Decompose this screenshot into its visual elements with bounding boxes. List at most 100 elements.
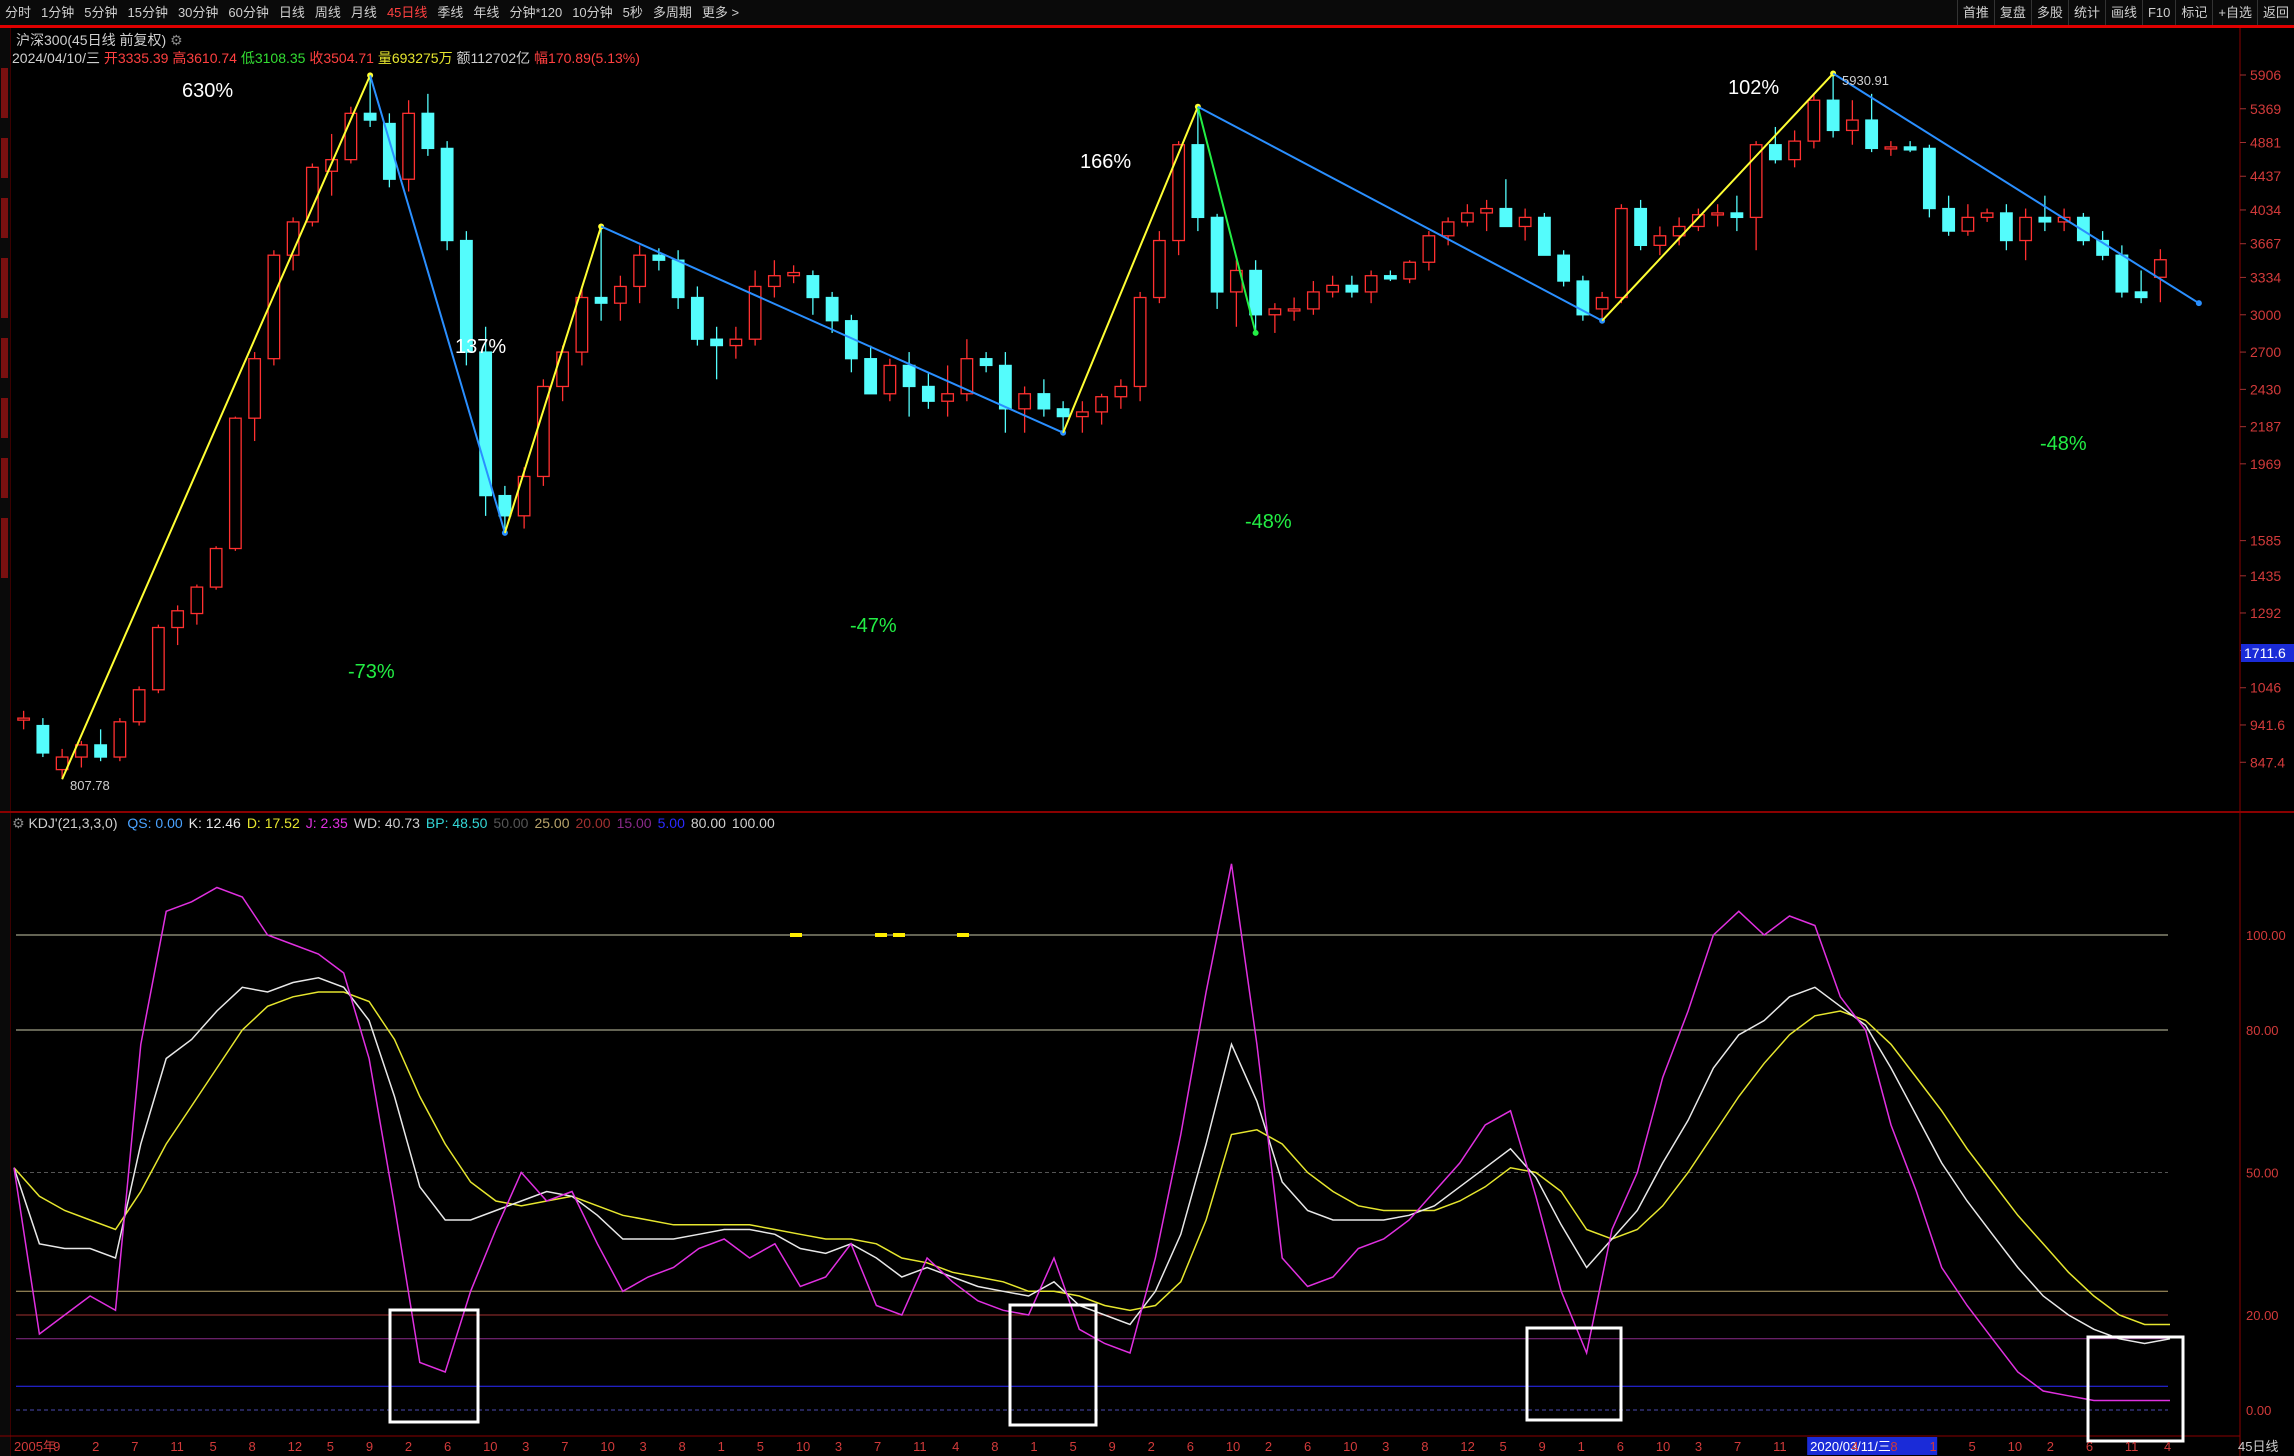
time-axis-label: 3 — [1382, 1439, 1389, 1454]
swing-percent-label: 630% — [182, 80, 233, 102]
kdj-axis-label: 20.00 — [2246, 1308, 2279, 1323]
candle-body — [1980, 212, 1994, 219]
candle-body — [1460, 212, 1474, 223]
candle-body — [1095, 396, 1109, 413]
time-axis-label: 5 — [327, 1439, 334, 1454]
signal-marker — [790, 933, 802, 937]
price-axis-label: 3334 — [2250, 269, 2281, 285]
price-chart-svg[interactable]: 5906536948814437403436673334300027002430… — [0, 0, 2294, 1456]
time-axis-label: 10 — [600, 1439, 614, 1454]
candle-body — [1499, 207, 1513, 228]
signal-marker — [957, 933, 969, 937]
time-axis-label: 11 — [913, 1439, 927, 1454]
price-axis-label: 1292 — [2250, 605, 2281, 621]
candle-body — [363, 112, 377, 121]
zigzag-line — [369, 75, 506, 534]
candle-body — [1056, 408, 1070, 418]
candle-body — [1114, 385, 1128, 398]
time-axis-label: 6 — [1187, 1439, 1194, 1454]
time-axis-label: 10 — [1226, 1439, 1240, 1454]
candle-body — [1826, 99, 1840, 132]
candle-body — [228, 417, 242, 550]
kdj-d-line — [13, 991, 2170, 1326]
time-axis-label: 1 — [1030, 1439, 1037, 1454]
time-axis-label: 12 — [1460, 1439, 1474, 1454]
time-axis-label: 6 — [2086, 1439, 2093, 1454]
candle-body — [1537, 216, 1551, 256]
time-axis-label: 2 — [1265, 1439, 1272, 1454]
time-axis-label: 7 — [1734, 1439, 1741, 1454]
time-axis-label: 5 — [757, 1439, 764, 1454]
kdj-axis-label: 0.00 — [2246, 1403, 2271, 1418]
candle-body — [710, 338, 724, 347]
time-axis-label: 9 — [1539, 1439, 1546, 1454]
candle-body — [1788, 140, 1802, 161]
candle-body — [921, 385, 935, 402]
time-axis-label: 4 — [952, 1439, 959, 1454]
price-axis-label: 2187 — [2250, 419, 2281, 435]
candle-body — [190, 586, 204, 615]
time-axis-label: 3 — [639, 1439, 646, 1454]
time-axis-label: 5 — [1069, 1439, 1076, 1454]
price-axis-label: 2700 — [2250, 344, 2281, 360]
candle-body — [902, 364, 916, 388]
candle-body — [248, 358, 262, 419]
candle-body — [1422, 235, 1436, 263]
candle-body — [1480, 207, 1494, 214]
price-axis-label: 1435 — [2250, 568, 2281, 584]
candle-body — [1961, 216, 1975, 232]
candle-body — [594, 296, 608, 304]
candle-body — [1768, 144, 1782, 161]
candle-body — [690, 296, 704, 340]
candle-body — [575, 296, 589, 353]
candle-body — [1268, 308, 1282, 316]
time-axis-label: 6 — [444, 1439, 451, 1454]
time-axis-label: 2005年 — [14, 1439, 56, 1454]
candle-body — [2153, 259, 2167, 278]
period-indicator: 45日线 — [2238, 1439, 2279, 1454]
candle-body — [825, 296, 839, 322]
candle-body — [2115, 254, 2129, 293]
time-axis-label: 10 — [1656, 1439, 1670, 1454]
candle-body — [671, 259, 685, 299]
candle-body — [402, 112, 416, 180]
candle-body — [1152, 239, 1166, 299]
candle-body — [1345, 284, 1359, 293]
candle-body — [1210, 216, 1224, 293]
swing-percent-label: 166% — [1080, 151, 1131, 173]
price-axis-label: 3667 — [2250, 236, 2281, 252]
signal-marker — [893, 933, 905, 937]
candle-body — [979, 358, 993, 367]
candle-body — [883, 364, 897, 395]
candle-body — [1249, 269, 1263, 316]
candle-body — [1364, 275, 1378, 293]
candle-body — [1306, 291, 1320, 310]
candle-body — [1614, 207, 1628, 299]
time-axis-label: 8 — [1421, 1439, 1428, 1454]
time-axis-label: 2 — [405, 1439, 412, 1454]
kdj-axis-label: 50.00 — [2246, 1166, 2279, 1181]
candle-body — [998, 364, 1012, 410]
candle-body — [864, 358, 878, 395]
signal-marker — [875, 933, 887, 937]
kdj-axis-label: 80.00 — [2246, 1023, 2279, 1038]
candle-body — [1730, 212, 1744, 219]
candle-body — [1133, 296, 1147, 388]
kdj-j-line — [13, 863, 2170, 1402]
candle-body — [1172, 144, 1186, 242]
current-price-value: 1711.6 — [2244, 645, 2286, 661]
candle-body — [729, 338, 743, 347]
time-axis-label: 8 — [1890, 1439, 1897, 1454]
time-axis-label: 5 — [209, 1439, 216, 1454]
time-axis-label: 2 — [92, 1439, 99, 1454]
time-axis-label: 3 — [835, 1439, 842, 1454]
time-axis-label: 10 — [483, 1439, 497, 1454]
candle-body — [440, 147, 454, 242]
swing-percent-label: -48% — [2040, 433, 2087, 455]
time-axis-label: 2 — [2047, 1439, 2054, 1454]
candle-body — [613, 285, 627, 304]
candle-body — [556, 351, 570, 388]
time-axis-label: 7 — [561, 1439, 568, 1454]
candle-body — [209, 547, 223, 588]
candle-body — [1403, 261, 1417, 280]
